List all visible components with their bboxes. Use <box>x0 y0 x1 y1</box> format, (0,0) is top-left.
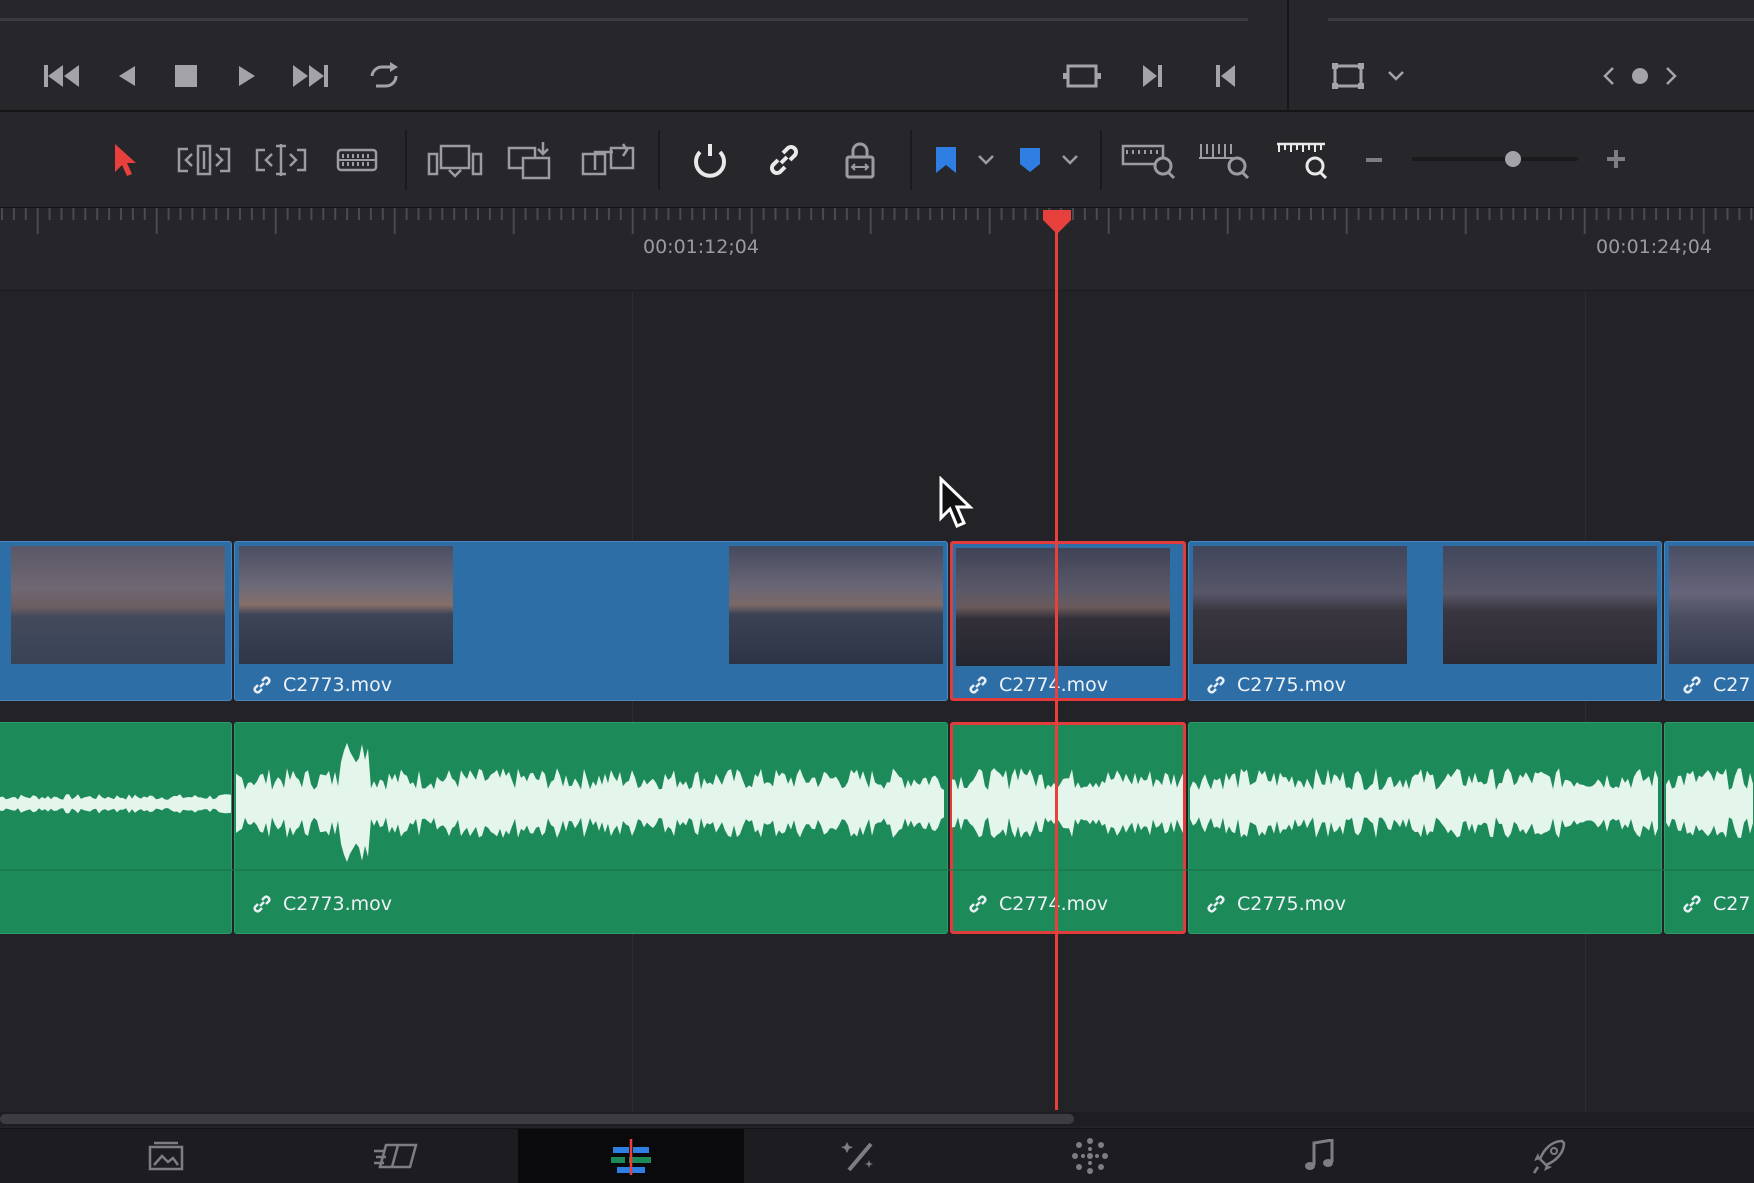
loop-icon[interactable] <box>362 56 406 96</box>
grid-line <box>632 291 633 1121</box>
clip-thumbnail <box>729 546 943 664</box>
clip-thumbnail <box>1669 546 1754 664</box>
timeline-scrollbar-thumb[interactable] <box>0 1114 1074 1124</box>
audio-waveform <box>0 742 1754 871</box>
link-icon <box>969 895 987 913</box>
blade-tool-icon[interactable] <box>334 138 380 182</box>
video-clip[interactable]: C2773.mov <box>234 541 948 701</box>
overwrite-clip-icon[interactable] <box>506 138 554 182</box>
next-edit-icon[interactable] <box>1138 56 1168 96</box>
clip-name: C2775.mov <box>1237 893 1347 915</box>
color-page-icon[interactable] <box>990 1129 1190 1183</box>
viewer-scrub-bar[interactable] <box>0 18 1248 21</box>
link-icon <box>1683 895 1701 913</box>
flag-dropdown-chevron-icon[interactable] <box>972 142 1000 178</box>
fusion-page-icon[interactable] <box>760 1129 960 1183</box>
play-reverse-icon[interactable] <box>112 56 142 96</box>
link-icon <box>1207 676 1225 694</box>
clip-name: C27 <box>1713 674 1751 696</box>
edit-page-icon[interactable] <box>518 1129 744 1183</box>
skip-to-start-icon[interactable] <box>40 56 84 96</box>
clip-thumbnail <box>11 546 225 664</box>
full-extent-zoom-icon[interactable] <box>1120 138 1178 182</box>
clip-thumbnail <box>956 548 1170 666</box>
media-page-icon[interactable] <box>66 1129 266 1183</box>
grid-line <box>1585 291 1586 1121</box>
insert-clip-icon[interactable] <box>426 138 484 182</box>
video-clip[interactable] <box>0 541 232 701</box>
ruler-ticks <box>1 208 1753 234</box>
flag-icon[interactable] <box>930 138 962 182</box>
stop-icon[interactable] <box>170 56 202 96</box>
toolbar-divider <box>1100 130 1102 190</box>
trim-edit-tool-icon[interactable] <box>172 138 236 182</box>
skip-to-end-icon[interactable] <box>288 56 332 96</box>
toolbar-divider <box>658 130 660 190</box>
toolbar-divider <box>910 130 912 190</box>
cut-page-icon[interactable] <box>296 1129 496 1183</box>
clip-thumbnail <box>1193 546 1407 664</box>
deliver-page-icon[interactable] <box>1450 1129 1650 1183</box>
clip-name: C2773.mov <box>283 674 393 696</box>
zoom-slider-track[interactable] <box>1412 157 1578 161</box>
edit-toolbar <box>0 112 1754 208</box>
ruler-timecode: 00:01:24;04 <box>1596 236 1712 258</box>
clip-name: C27 <box>1713 893 1751 915</box>
position-lock-icon[interactable] <box>838 138 882 182</box>
linked-selection-icon[interactable] <box>762 138 806 182</box>
link-icon <box>253 895 271 913</box>
video-clip[interactable]: C27 <box>1664 541 1754 701</box>
ruler-timecode: 00:01:12;04 <box>643 236 759 258</box>
clip-name: C2774.mov <box>999 674 1109 696</box>
snapping-magnet-icon[interactable] <box>688 138 732 182</box>
secondary-scrub-bar[interactable] <box>1328 18 1754 21</box>
link-icon <box>1683 676 1701 694</box>
timeline-ruler[interactable]: 00:01:12;04 00:01:24;04 <box>0 208 1754 291</box>
zoom-out-icon[interactable] <box>1362 146 1386 174</box>
clip-name: C2773.mov <box>283 893 393 915</box>
link-icon <box>1207 895 1225 913</box>
marker-dropdown-chevron-icon[interactable] <box>1056 142 1084 178</box>
transport-bar <box>0 0 1754 112</box>
page-navigation-bar <box>0 1128 1754 1183</box>
marker-icon[interactable] <box>1014 138 1046 182</box>
chevron-down-icon[interactable] <box>1384 60 1408 92</box>
clip-thumbnail <box>239 546 453 664</box>
dot-icon[interactable] <box>1628 60 1652 92</box>
zoom-in-icon[interactable] <box>1604 144 1628 174</box>
dynamic-trim-tool-icon[interactable] <box>252 138 310 182</box>
detail-zoom-icon[interactable] <box>1196 138 1254 182</box>
custom-zoom-icon[interactable] <box>1274 138 1332 182</box>
play-icon[interactable] <box>232 56 262 96</box>
panel-divider <box>1287 0 1289 110</box>
chevron-left-icon[interactable] <box>1598 60 1620 92</box>
zoom-slider-thumb[interactable] <box>1505 151 1522 167</box>
clip-name: C2775.mov <box>1237 674 1347 696</box>
previous-edit-icon[interactable] <box>1210 56 1240 96</box>
timeline-tracks[interactable]: C2773.mov C2774.mov C2775.mov C27 C2773.… <box>0 291 1754 1121</box>
fairlight-page-icon[interactable] <box>1220 1129 1420 1183</box>
link-icon <box>253 676 271 694</box>
match-frame-icon[interactable] <box>1060 56 1104 96</box>
video-clip[interactable]: C2775.mov <box>1188 541 1662 701</box>
video-clip-selected[interactable]: C2774.mov <box>950 541 1186 701</box>
clip-name: C2774.mov <box>999 893 1109 915</box>
chevron-right-icon[interactable] <box>1660 60 1682 92</box>
replace-clip-icon[interactable] <box>580 138 638 182</box>
toolbar-divider <box>405 130 407 190</box>
mouse-cursor-icon <box>938 475 974 532</box>
playhead-marker-icon[interactable] <box>1041 208 1073 236</box>
selection-tool-icon[interactable] <box>108 138 142 182</box>
viewer-mode-icon[interactable] <box>1326 56 1370 96</box>
clip-thumbnail <box>1443 546 1657 664</box>
link-icon <box>969 676 987 694</box>
playhead[interactable] <box>1055 218 1058 1110</box>
